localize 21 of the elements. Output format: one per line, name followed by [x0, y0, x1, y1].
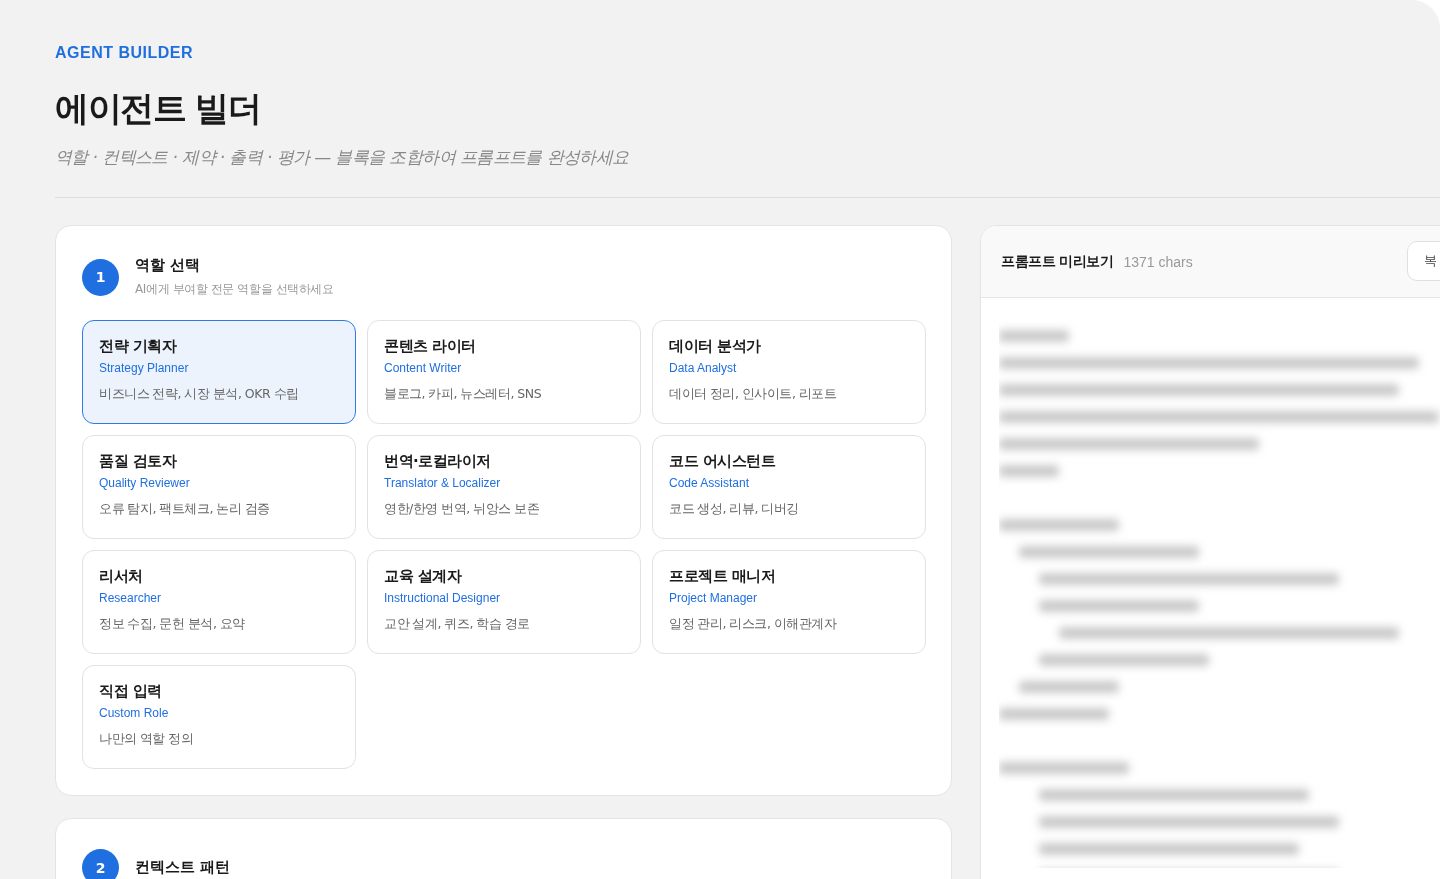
step-number-badge: 2: [82, 849, 119, 879]
page-title: 에이전트 빌더: [55, 87, 262, 130]
step-description: AI에게 부여할 전문 역할을 선택하세요: [135, 281, 334, 298]
role-option[interactable]: 리서처 Researcher 정보 수집, 문헌 분석, 요약: [82, 550, 356, 654]
role-option[interactable]: 데이터 분석가 Data Analyst 데이터 정리, 인사이트, 리포트: [652, 320, 926, 424]
role-option[interactable]: 직접 입력 Custom Role 나만의 역할 정의: [82, 665, 356, 769]
copy-button[interactable]: 복: [1407, 241, 1440, 281]
character-count: 1371 chars: [1123, 253, 1193, 270]
role-option[interactable]: 번역·로컬라이저 Translator & Localizer 영한/한영 번역, 뉘앙스 보존: [367, 435, 641, 539]
page-subtitle: 역할 · 컨텍스트 · 제약 · 출력 · 평가 — 블록을 조합하여 프롬프트를 완성하세요: [55, 146, 630, 169]
role-option[interactable]: 콘텐츠 라이터 Content Writer 블로그, 카피, 뉴스레터, SNS: [367, 320, 641, 424]
step-number-badge: 1: [82, 258, 119, 296]
step-title: 역할 선택: [135, 256, 202, 275]
role-option[interactable]: 코드 어시스턴트 Code Assistant 코드 생성, 리뷰, 디버깅: [652, 435, 926, 539]
preview-title: 프롬프트 미리보기: [1001, 252, 1114, 271]
role-option[interactable]: 전략 기획자 Strategy Planner 비즈니스 전략, 시장 분석, OKR 수립: [82, 320, 356, 424]
role-option[interactable]: 교육 설계자 Instructional Designer 교안 설계, 퀴즈, 학습 경로: [367, 550, 641, 654]
step-title: 컨텍스트 패턴: [135, 858, 231, 877]
eyebrow-label: AGENT BUILDER: [55, 44, 195, 62]
role-option[interactable]: 프로젝트 매니저 Project Manager 일정 관리, 리스크, 이해관계자: [652, 550, 926, 654]
role-option[interactable]: 품질 검토자 Quality Reviewer 오류 탐지, 팩트체크, 논리 검증: [82, 435, 356, 539]
